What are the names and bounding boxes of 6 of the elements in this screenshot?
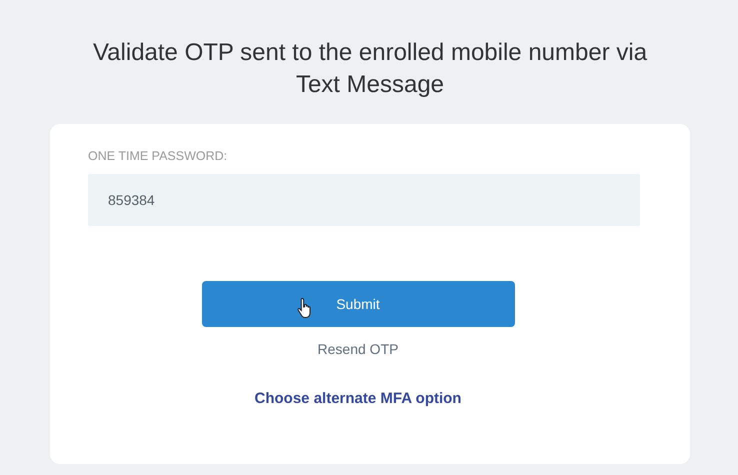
otp-input-field[interactable]: 859384 — [88, 174, 640, 226]
field-label: ONE TIME PASSWORD: — [88, 148, 228, 165]
resend-link[interactable]: Resend OTP — [318, 339, 398, 360]
submit-button[interactable]: Submit — [202, 281, 514, 327]
page-heading: Validate OTP sent to the enrolled mobile number via Text Message — [92, 38, 648, 100]
alternate-mfa-link[interactable]: Choose alternate MFA option — [254, 388, 462, 410]
